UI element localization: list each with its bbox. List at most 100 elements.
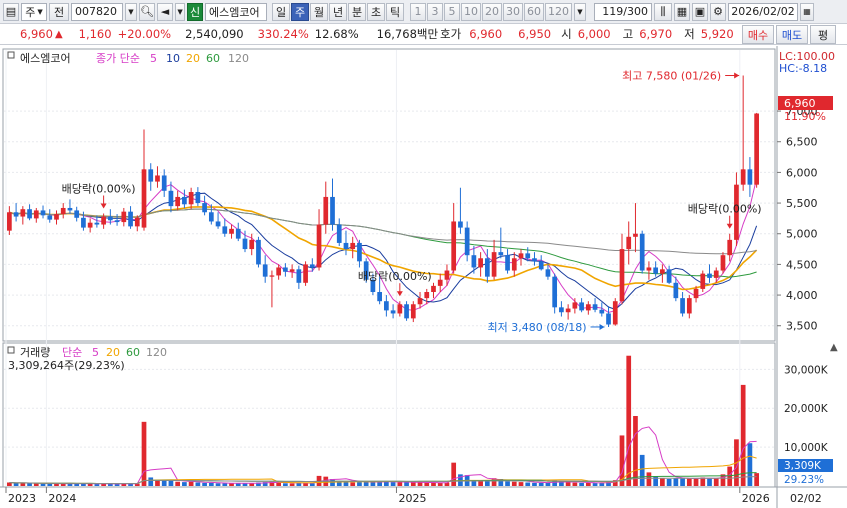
- candle-body: [700, 273, 706, 289]
- candle-body: [161, 175, 167, 191]
- volume-bar: [215, 483, 221, 486]
- market-label: 주: [25, 5, 36, 19]
- volume-bar: [161, 480, 167, 486]
- volume-bar: [384, 481, 389, 486]
- x-axis-label: 2026: [742, 492, 770, 505]
- candle-body: [458, 221, 463, 228]
- candle-body: [532, 258, 537, 262]
- speaker-icon[interactable]: ◄: [157, 2, 173, 21]
- vol-ma-60: 60: [126, 346, 140, 359]
- volume-bar: [713, 478, 719, 486]
- volume-bar: [27, 483, 32, 486]
- candle-body: [215, 221, 221, 227]
- candle-body: [713, 270, 719, 278]
- volume-bar: [54, 483, 59, 486]
- volume-bar: [686, 478, 692, 486]
- ma-legend-120: 120: [228, 52, 249, 65]
- candle-body: [20, 209, 26, 217]
- period-button[interactable]: 초: [367, 2, 385, 21]
- change-percent: +20.00%: [117, 27, 172, 41]
- candle-body: [404, 304, 409, 319]
- candle-body: [256, 239, 261, 265]
- candle-body: [525, 253, 531, 259]
- interval-dropdown-icon[interactable]: ▼: [574, 2, 586, 21]
- sell-button[interactable]: 매도: [776, 25, 808, 44]
- search-icon[interactable]: 🔍︎: [139, 2, 155, 21]
- candle-body: [87, 222, 93, 228]
- prev-button[interactable]: 전: [49, 2, 69, 21]
- volume-bar: [390, 482, 396, 486]
- quote-bar: 6,960 ▲ 1,160 +20.00% 2,540,090 330.24% …: [0, 24, 847, 45]
- candle-body: [107, 216, 113, 221]
- open-label: 시: [561, 27, 572, 41]
- interval-button[interactable]: 20: [482, 2, 502, 21]
- volume-bar: [350, 482, 356, 486]
- candle-body: [693, 288, 699, 299]
- y-tick-label: 6,000: [786, 166, 818, 179]
- candle-body: [686, 298, 692, 314]
- gear-icon[interactable]: ⚙: [710, 2, 726, 21]
- volume-bar: [404, 482, 409, 486]
- interval-button[interactable]: 1: [410, 2, 426, 21]
- candle-body: [585, 304, 591, 311]
- candle-body: [357, 242, 362, 262]
- volume-panel-collapse-icon[interactable]: ▲: [830, 342, 838, 353]
- volume-bar: [40, 483, 46, 486]
- volume-bar: [538, 482, 544, 486]
- candle-body: [511, 258, 517, 271]
- x-axis-label: 2024: [48, 492, 76, 505]
- volume-bar: [222, 483, 228, 486]
- candle-body: [727, 239, 733, 256]
- volume-bar: [478, 480, 483, 486]
- calendar-icon[interactable]: ▦: [800, 2, 814, 21]
- interval-button[interactable]: 60: [524, 2, 544, 21]
- candle-body: [754, 113, 759, 185]
- high-price: 6,970: [639, 27, 673, 41]
- period-button[interactable]: 월: [310, 2, 328, 21]
- period-button[interactable]: 주: [291, 2, 309, 21]
- candle-body: [114, 220, 120, 223]
- buy-button[interactable]: 매수: [742, 25, 774, 44]
- candle-body: [464, 227, 470, 256]
- market-select[interactable]: 주 ▼: [21, 2, 47, 21]
- interval-button[interactable]: 120: [545, 2, 572, 21]
- candle-body: [626, 236, 632, 250]
- candle-body: [680, 298, 685, 314]
- volume-bar: [87, 483, 93, 486]
- x-end-date: 02/02: [790, 492, 822, 505]
- period-button[interactable]: 일: [272, 2, 290, 21]
- candle-body: [612, 301, 618, 325]
- save-icon[interactable]: ▣: [692, 2, 708, 21]
- menu-dropdown-icon[interactable]: ▼: [175, 2, 185, 21]
- volume-bar: [94, 484, 100, 486]
- candle-body: [471, 255, 477, 268]
- interval-button[interactable]: 3: [427, 2, 443, 21]
- volume-bar: [572, 482, 578, 486]
- hc-label: HC:-8.18: [779, 62, 827, 75]
- interval-button[interactable]: 5: [444, 2, 460, 21]
- code-dropdown-icon[interactable]: ▼: [125, 2, 137, 21]
- credit-badge: 신: [187, 2, 203, 21]
- price-chart[interactable]: 최고 7,580 (01/26) 최저 3,480 (08/18) 배당락(0.00…: [0, 46, 847, 508]
- candle-type-icon[interactable]: ⫼: [654, 2, 672, 21]
- stock-code-input[interactable]: 007820: [71, 2, 123, 21]
- period-button[interactable]: 틱: [386, 2, 404, 21]
- candle-body: [740, 169, 746, 185]
- eval-button[interactable]: 평: [810, 25, 836, 44]
- volume-bar: [693, 479, 699, 486]
- interval-button[interactable]: 10: [461, 2, 481, 21]
- candle-body: [424, 292, 430, 299]
- volume-bar: [727, 466, 733, 486]
- candle-body: [188, 192, 194, 205]
- grid-icon[interactable]: ▦: [674, 2, 690, 21]
- low-annotation: 최저 3,480 (08/18): [488, 321, 587, 334]
- period-button[interactable]: 년: [329, 2, 347, 21]
- layout-icon[interactable]: ▤: [3, 2, 19, 21]
- volume-bar: [511, 481, 517, 486]
- interval-button[interactable]: 30: [503, 2, 523, 21]
- open-price: 6,000: [577, 27, 611, 41]
- volume-bar: [175, 481, 181, 486]
- period-button[interactable]: 분: [348, 2, 366, 21]
- date-field[interactable]: 2026/02/02: [728, 2, 798, 21]
- volume-bar: [666, 479, 672, 486]
